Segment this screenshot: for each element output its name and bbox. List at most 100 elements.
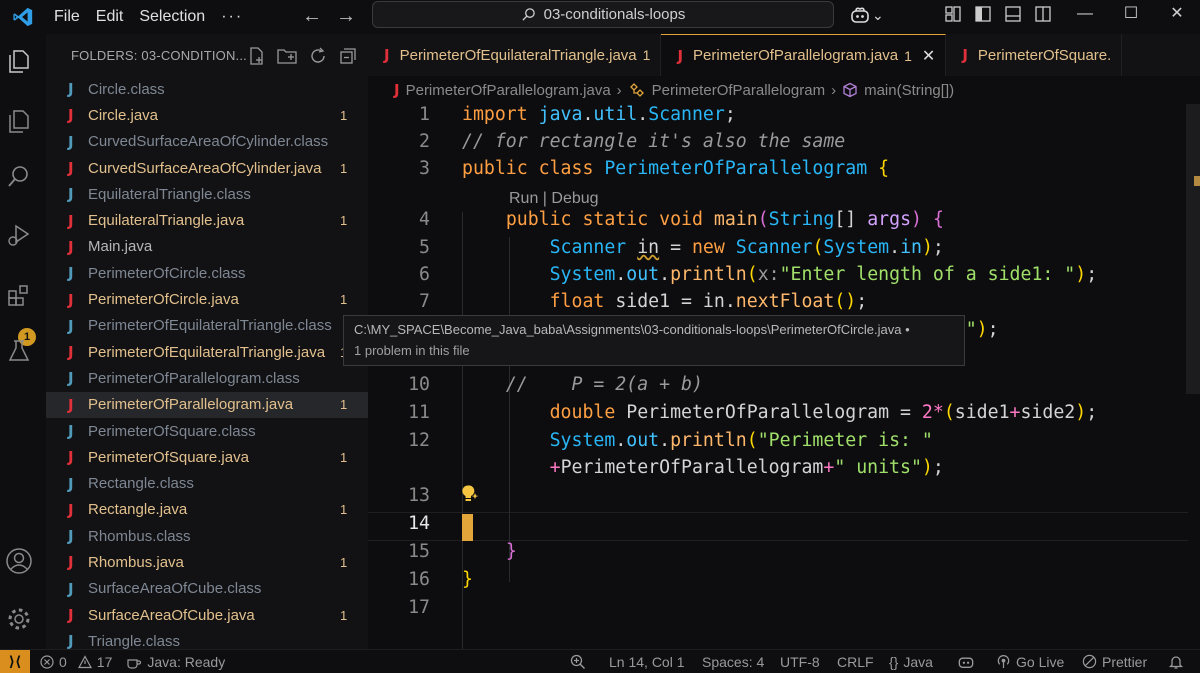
- code-text: System.out.println("Perimeter is: ": [549, 430, 933, 451]
- menu-file[interactable]: File: [46, 8, 88, 26]
- new-file-icon[interactable]: [246, 46, 266, 66]
- codelens-run-debug[interactable]: Run | Debug: [509, 190, 599, 208]
- copilot-button[interactable]: ⌄: [850, 6, 884, 24]
- java-coffee-icon: [127, 658, 142, 669]
- file-item[interactable]: J EquilateralTriangle.java 1: [46, 207, 368, 233]
- editor-tab[interactable]: J PerimeterOfSquare.: [946, 34, 1123, 76]
- breadcrumb-file[interactable]: PerimeterOfParallelogram.java: [406, 82, 611, 99]
- breadcrumb: J PerimeterOfParallelogram.java › Perime…: [368, 76, 1200, 104]
- warning-icon: [77, 654, 92, 668]
- problem-count-badge: 1: [340, 502, 348, 518]
- maximize-button[interactable]: ☐: [1108, 0, 1154, 30]
- problem-count-badge: 1: [340, 107, 348, 123]
- run-debug-icon[interactable]: [4, 220, 34, 250]
- account-icon[interactable]: [4, 546, 34, 576]
- vscode-logo-icon: [0, 0, 46, 34]
- title-bar: File Edit Selection ··· ← → 03-condition…: [0, 0, 1200, 34]
- code-text: float side1 = in.nextFloat();: [549, 291, 868, 312]
- file-item[interactable]: J Rhombus.java 1: [46, 549, 368, 575]
- code-line: 16}: [368, 569, 1188, 596]
- files-icon[interactable]: [4, 106, 34, 136]
- close-tab-icon[interactable]: ✕: [922, 46, 935, 66]
- line-ending[interactable]: CRLF: [837, 654, 874, 670]
- explorer-icon[interactable]: [4, 46, 34, 76]
- file-item[interactable]: J Main.java: [46, 234, 368, 260]
- editor-tab[interactable]: J PerimeterOfParallelogram.java 1 ✕: [661, 34, 947, 76]
- file-item[interactable]: J PerimeterOfSquare.java 1: [46, 444, 368, 470]
- notifications-bell-icon[interactable]: [1168, 654, 1184, 670]
- zoom-button[interactable]: [570, 654, 586, 670]
- java-file-icon: J: [677, 46, 684, 65]
- file-item[interactable]: J Rectangle.java 1: [46, 497, 368, 523]
- menu-more[interactable]: ···: [213, 8, 251, 26]
- java-file-icon: J: [68, 632, 74, 649]
- file-item[interactable]: J Triangle.class: [46, 628, 368, 649]
- file-item[interactable]: J PerimeterOfParallelogram.java 1: [46, 391, 368, 418]
- testing-flask-icon[interactable]: [4, 336, 34, 366]
- breadcrumb-class[interactable]: PerimeterOfParallelogram: [652, 82, 825, 99]
- toggle-panel-icon[interactable]: [1004, 5, 1022, 23]
- forward-arrow-icon[interactable]: →: [336, 5, 356, 28]
- menu-edit[interactable]: Edit: [88, 8, 132, 26]
- encoding[interactable]: UTF-8: [780, 654, 820, 670]
- refresh-icon[interactable]: [308, 46, 328, 66]
- tooltip-path: C:\MY_SPACE\Become_Java_baba\Assignments…: [354, 322, 910, 337]
- code-line: 15 }: [368, 541, 1188, 568]
- java-file-icon: J: [68, 264, 74, 283]
- file-name: Main.java: [88, 238, 153, 256]
- search-view-icon[interactable]: [4, 162, 34, 192]
- file-item[interactable]: J PerimeterOfCircle.java 1: [46, 286, 368, 312]
- breadcrumb-method[interactable]: main(String[]): [864, 82, 954, 99]
- minimize-button[interactable]: —: [1062, 0, 1108, 30]
- java-file-icon: J: [68, 237, 74, 256]
- cursor-position[interactable]: Ln 14, Col 1: [609, 654, 685, 670]
- editor-tab[interactable]: J PerimeterOfEquilateralTriangle.java 1: [368, 34, 662, 76]
- file-item[interactable]: J Rectangle.class: [46, 470, 368, 496]
- file-item[interactable]: J SurfaceAreaOfCube.class: [46, 576, 368, 602]
- customize-layout-icon[interactable]: [944, 5, 962, 23]
- file-item[interactable]: J EquilateralTriangle.class: [46, 181, 368, 207]
- code-text: System.out.println(x:"Enter length of a …: [549, 264, 1098, 285]
- java-file-icon: J: [384, 46, 390, 64]
- file-item[interactable]: J Circle.class: [46, 76, 368, 102]
- file-item[interactable]: J PerimeterOfSquare.class: [46, 418, 368, 444]
- file-item[interactable]: J CurvedSurfaceAreaOfCylinder.class: [46, 129, 368, 155]
- file-item[interactable]: J PerimeterOfParallelogram.class: [46, 365, 368, 391]
- copilot-status[interactable]: [957, 654, 975, 669]
- file-item[interactable]: J CurvedSurfaceAreaOfCylinder.java 1: [46, 155, 368, 181]
- error-count: 0: [59, 653, 67, 670]
- file-item[interactable]: J Circle.java 1: [46, 102, 368, 128]
- remote-indicator-button[interactable]: ⟩⟨: [0, 649, 30, 673]
- file-item[interactable]: J PerimeterOfCircle.class: [46, 260, 368, 286]
- indentation[interactable]: Spaces: 4: [702, 654, 764, 670]
- close-window-button[interactable]: ✕: [1154, 0, 1200, 30]
- file-item[interactable]: J PerimeterOfEquilateralTriangle.class: [46, 313, 368, 339]
- command-center-search[interactable]: 03-conditionals-loops: [372, 1, 834, 28]
- new-folder-icon[interactable]: [276, 46, 298, 66]
- problems-indicator[interactable]: 0 17: [40, 654, 112, 670]
- menu-selection[interactable]: Selection: [131, 8, 213, 26]
- java-file-icon: J: [68, 80, 74, 99]
- file-name: Rhombus.java: [88, 553, 184, 571]
- language-mode[interactable]: {} Java: [889, 654, 933, 670]
- braces-icon: {}: [889, 653, 899, 670]
- collapse-all-icon[interactable]: [338, 46, 358, 66]
- file-item[interactable]: J Rhombus.class: [46, 523, 368, 549]
- file-item[interactable]: J SurfaceAreaOfCube.java 1: [46, 602, 368, 628]
- code-text: double PerimeterOfParallelogram = 2*(sid…: [549, 402, 1098, 423]
- window-controls: — ☐ ✕: [1062, 0, 1200, 30]
- tab-label: PerimeterOfSquare.: [977, 46, 1112, 64]
- settings-gear-icon[interactable]: [4, 604, 34, 634]
- toggle-sidebar-icon[interactable]: [974, 5, 992, 23]
- toggle-secondary-sidebar-icon[interactable]: [1034, 5, 1052, 23]
- java-file-icon: J: [68, 159, 74, 178]
- code-editor[interactable]: Run | Debug 1 import java.util.Scanner; 2 /…: [368, 104, 1200, 649]
- file-item[interactable]: JPerimeterOfEquilateralTriangle.java1: [46, 339, 368, 365]
- prettier-button[interactable]: Prettier: [1082, 654, 1147, 670]
- back-arrow-icon[interactable]: ←: [302, 5, 322, 28]
- line-number: 12: [408, 430, 430, 451]
- java-status[interactable]: Java: Ready: [126, 654, 225, 670]
- extensions-icon[interactable]: [4, 280, 34, 310]
- editor-scrollbar[interactable]: [1186, 104, 1200, 394]
- go-live-button[interactable]: Go Live: [996, 654, 1064, 670]
